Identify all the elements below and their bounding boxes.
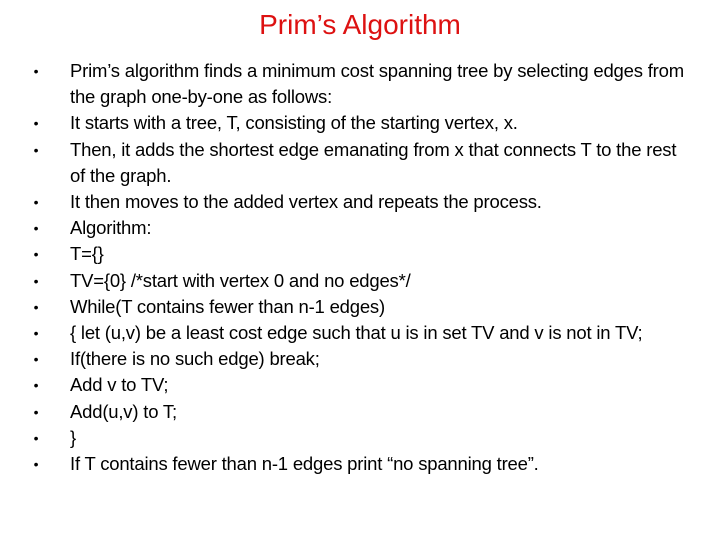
bullet-icon: • (33, 246, 39, 263)
bullet-item: • TV={0} /*start with vertex 0 and no edg… (0, 268, 720, 294)
bullet-icon: • (33, 429, 39, 446)
bullet-item: • Add v to TV; (0, 372, 720, 398)
bullet-item: • Algorithm: (0, 215, 720, 241)
bullet-icon: • (33, 220, 39, 237)
bullet-text: If(there is no such edge) break; (70, 348, 320, 370)
bullet-item: • Then, it adds the shortest edge emanati… (0, 137, 720, 189)
bullet-text: Add v to TV; (70, 374, 169, 396)
bullet-text: { let (u,v) be a least cost edge such th… (70, 322, 643, 344)
bullet-item: • While(T contains fewer than n-1 edges) (0, 294, 720, 320)
bullet-icon: • (33, 272, 39, 289)
bullet-text: T={} (70, 243, 104, 265)
bullet-text: While(T contains fewer than n-1 edges) (70, 295, 385, 317)
bullet-text: TV={0} /*start with vertex 0 and no edge… (70, 269, 411, 291)
bullet-text: If T contains fewer than n-1 edges print… (70, 453, 539, 475)
bullet-text: Prim’s algorithm finds a minimum cost sp… (70, 60, 684, 108)
bullet-icon: • (33, 63, 39, 79)
bullet-item: • Prim’s algorithm finds a minimum cost s… (0, 58, 720, 110)
bullet-text: Algorithm: (70, 217, 152, 239)
bullet-list: • Prim’s algorithm finds a minimum cost s… (0, 58, 720, 477)
bullet-item: • { let (u,v) be a least cost edge such t… (0, 320, 720, 346)
bullet-icon: • (33, 377, 39, 394)
bullet-item: • It starts with a tree, T, consisting of… (0, 110, 720, 136)
bullet-text: It starts with a tree, T, consisting of … (70, 112, 518, 134)
bullet-icon: • (33, 115, 39, 132)
bullet-text: Then, it adds the shortest edge emanatin… (70, 138, 677, 186)
bullet-text: } (70, 426, 76, 448)
bullet-item: •} (0, 425, 720, 451)
bullet-icon: • (33, 298, 39, 315)
slide-title: Prim’s Algorithm (259, 9, 461, 40)
bullet-icon: • (33, 456, 39, 473)
bullet-text: Add(u,v) to T; (70, 400, 177, 422)
bullet-icon: • (33, 403, 39, 420)
bullet-text: It then moves to the added vertex and re… (70, 191, 542, 213)
bullet-item: • If(there is no such edge) break; (0, 346, 720, 372)
bullet-icon: • (33, 325, 39, 342)
bullet-item: • Add(u,v) to T; (0, 399, 720, 425)
bullet-icon: • (33, 141, 39, 158)
bullet-icon: • (33, 351, 39, 368)
bullet-item: • T={} (0, 241, 720, 267)
bullet-icon: • (33, 194, 39, 211)
bullet-item: • If T contains fewer than n-1 edges prin… (0, 451, 720, 477)
bullet-item: • It then moves to the added vertex and r… (0, 189, 720, 215)
